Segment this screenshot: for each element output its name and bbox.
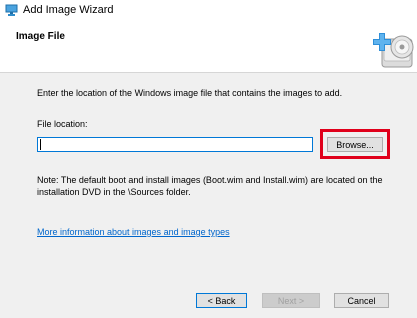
- note-text: Note: The default boot and install image…: [37, 174, 407, 198]
- note-line-1: Note: The default boot and install image…: [37, 175, 383, 185]
- file-location-input[interactable]: [37, 137, 313, 152]
- cancel-button[interactable]: Cancel: [334, 293, 389, 308]
- text-caret: [40, 139, 41, 150]
- window-title: Add Image Wizard: [23, 4, 114, 16]
- add-image-disc-icon: [373, 33, 414, 68]
- instruction-text: Enter the location of the Windows image …: [37, 88, 343, 98]
- wizard-app-icon: [5, 4, 18, 16]
- title-bar: Add Image Wizard: [0, 0, 417, 22]
- header-divider: [0, 72, 417, 73]
- browse-button[interactable]: Browse...: [327, 137, 383, 152]
- back-button[interactable]: < Back: [196, 293, 247, 308]
- next-button: Next >: [262, 293, 320, 308]
- wizard-header: Image File: [0, 22, 417, 72]
- page-title: Image File: [16, 31, 65, 42]
- more-info-link[interactable]: More information about images and image …: [37, 227, 230, 237]
- file-location-label: File location:: [37, 119, 88, 129]
- note-line-2: installation DVD in the \Sources folder.: [37, 187, 191, 197]
